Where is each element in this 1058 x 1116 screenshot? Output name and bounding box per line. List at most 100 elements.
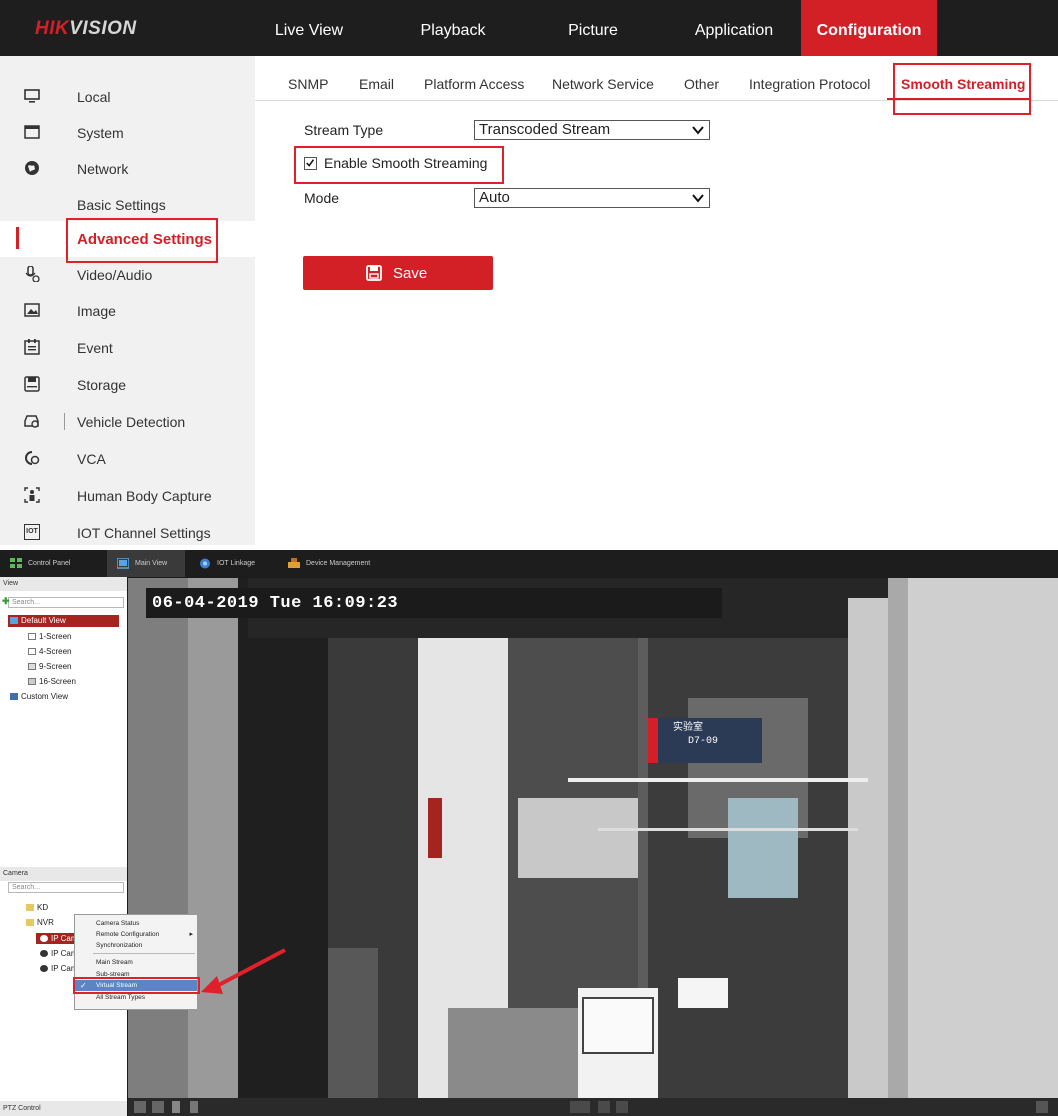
- stream-type-label: Stream Type: [304, 122, 384, 138]
- camera-icon: [40, 950, 48, 957]
- sidebar-item-human-body-capture[interactable]: Human Body Capture: [0, 478, 255, 514]
- microphone-icon: [25, 266, 40, 282]
- disk-icon: [24, 376, 40, 392]
- screen-layout-icon: [28, 648, 36, 655]
- menu-item-remote-configuration[interactable]: Remote Configuration ▸: [75, 929, 197, 940]
- save-label: Save: [393, 265, 428, 282]
- previous-button[interactable]: [598, 1101, 610, 1113]
- volume-button[interactable]: [190, 1101, 198, 1113]
- pointer-arrow-icon: [201, 948, 286, 994]
- view-search-input[interactable]: Search...: [8, 597, 124, 608]
- top-navigation-bar: HIKVISION Live View Playback Picture App…: [0, 0, 1058, 56]
- tree-item-kd[interactable]: KD: [26, 903, 48, 912]
- client-tab-device-management[interactable]: Device Management: [278, 550, 370, 577]
- menu-item-main-stream[interactable]: Main Stream: [75, 957, 197, 968]
- client-tab-main-view[interactable]: Main View: [107, 550, 185, 577]
- device-management-icon: [288, 558, 300, 568]
- web-config-panel: HIKVISION Live View Playback Picture App…: [0, 0, 1058, 545]
- resource-pane: View Search... ✚ Default View 1-Screen 4…: [0, 577, 127, 1116]
- tab-platform-access[interactable]: Platform Access: [424, 76, 524, 92]
- sidebar-item-label: System: [77, 125, 124, 141]
- hikvision-logo: HIKVISION: [35, 18, 137, 39]
- refresh-button[interactable]: [570, 1101, 590, 1113]
- chevron-down-icon: [692, 194, 704, 203]
- sidebar-item-label: Storage: [77, 377, 127, 393]
- nav-live-view[interactable]: Live View: [258, 0, 360, 56]
- sidebar-item-label: Network: [77, 161, 129, 177]
- tree-item-4-screen[interactable]: 4-Screen: [28, 647, 71, 656]
- tree-item-nvr[interactable]: NVR: [26, 918, 54, 927]
- tree-item-1-screen[interactable]: 1-Screen: [28, 632, 71, 641]
- sidebar-item-vehicle-detection[interactable]: Vehicle Detection: [0, 404, 255, 440]
- highlight-box-enable-smooth-streaming: [294, 146, 504, 184]
- video-control-bar: [128, 1098, 1058, 1116]
- globe-icon: [25, 161, 39, 175]
- tree-item-9-screen[interactable]: 9-Screen: [28, 662, 71, 671]
- stream-type-value: Transcoded Stream: [479, 121, 611, 138]
- sidebar-item-label: Video/Audio: [77, 267, 153, 283]
- screen-layout-icon: [28, 663, 36, 670]
- fullscreen-button[interactable]: [1036, 1101, 1048, 1113]
- view-folder-icon: [10, 617, 18, 624]
- mode-select[interactable]: Auto: [474, 188, 710, 208]
- tree-item-default-view[interactable]: Default View: [10, 616, 66, 625]
- sidebar-item-system[interactable]: System: [0, 115, 255, 151]
- nav-playback[interactable]: Playback: [402, 0, 504, 56]
- sidebar-item-image[interactable]: Image: [0, 293, 255, 329]
- save-button[interactable]: Save: [303, 256, 493, 290]
- camera-context-menu: Camera Status Remote Configuration ▸ Sync…: [74, 914, 198, 1010]
- chevron-down-icon: [692, 126, 704, 135]
- split-button[interactable]: [152, 1101, 164, 1113]
- tab-snmp[interactable]: SNMP: [288, 76, 328, 92]
- nav-configuration[interactable]: Configuration: [801, 0, 937, 56]
- sidebar-item-label: Human Body Capture: [77, 488, 212, 504]
- screen-layout-icon: [28, 633, 36, 640]
- highlight-box-smooth-streaming: [893, 63, 1031, 115]
- sidebar-item-iot-channel-settings[interactable]: IOT IOT Channel Settings: [0, 515, 255, 551]
- tab-integration-protocol[interactable]: Integration Protocol: [749, 76, 870, 92]
- highlight-box-virtual-stream: [73, 977, 200, 994]
- sidebar-item-vca[interactable]: VCA: [0, 441, 255, 477]
- folder-icon: [26, 904, 34, 911]
- client-tab-iot-linkage[interactable]: IOT Linkage: [189, 550, 274, 577]
- ptz-control-header[interactable]: PTZ Control: [0, 1101, 127, 1116]
- active-indicator: [16, 227, 19, 249]
- menu-item-synchronization[interactable]: Synchronization: [75, 940, 197, 951]
- sidebar-item-label: Local: [77, 89, 111, 105]
- sidebar-item-label: VCA: [77, 451, 106, 467]
- tab-network-service[interactable]: Network Service: [552, 76, 654, 92]
- sidebar-sub-label: Basic Settings: [77, 197, 166, 213]
- monitor-icon: [24, 89, 40, 103]
- main-view-icon: [117, 558, 129, 569]
- menu-item-camera-status[interactable]: Camera Status: [75, 918, 197, 929]
- client-tab-bar: Control Panel Main View IOT Linkage Devi…: [0, 550, 1058, 577]
- sidebar-item-video-audio[interactable]: Video/Audio: [0, 257, 255, 293]
- stream-type-select[interactable]: Transcoded Stream: [474, 120, 710, 140]
- tab-email[interactable]: Email: [359, 76, 394, 92]
- control-panel-icon: [10, 558, 22, 568]
- tree-item-custom-view[interactable]: Custom View: [10, 692, 68, 701]
- live-video-window[interactable]: 06-04-2019 Tue 16:09:23 实验室 D7-09: [128, 578, 1058, 1112]
- stop-button[interactable]: [172, 1101, 180, 1113]
- iot-icon: IOT: [24, 524, 40, 540]
- camera-search-input[interactable]: Search...: [8, 882, 124, 893]
- nav-application[interactable]: Application: [683, 0, 785, 56]
- next-button[interactable]: [616, 1101, 628, 1113]
- sidebar-item-event[interactable]: Event: [0, 330, 255, 366]
- layout-button[interactable]: [134, 1101, 146, 1113]
- image-icon: [24, 303, 40, 317]
- sidebar-item-network[interactable]: Network: [0, 151, 255, 187]
- camera-icon: [40, 935, 48, 942]
- tree-item-16-screen[interactable]: 16-Screen: [28, 677, 76, 686]
- save-icon: [366, 265, 382, 281]
- tab-other[interactable]: Other: [684, 76, 719, 92]
- mode-value: Auto: [479, 189, 510, 206]
- menu-divider: [93, 953, 195, 954]
- sidebar-item-label: IOT Channel Settings: [77, 525, 211, 541]
- client-tab-control-panel[interactable]: Control Panel: [0, 550, 100, 577]
- nav-picture[interactable]: Picture: [542, 0, 644, 56]
- sidebar-item-local[interactable]: Local: [0, 79, 255, 115]
- add-icon[interactable]: ✚: [2, 596, 10, 607]
- sidebar-item-storage[interactable]: Storage: [0, 367, 255, 403]
- room-sign-number: D7-09: [688, 736, 719, 747]
